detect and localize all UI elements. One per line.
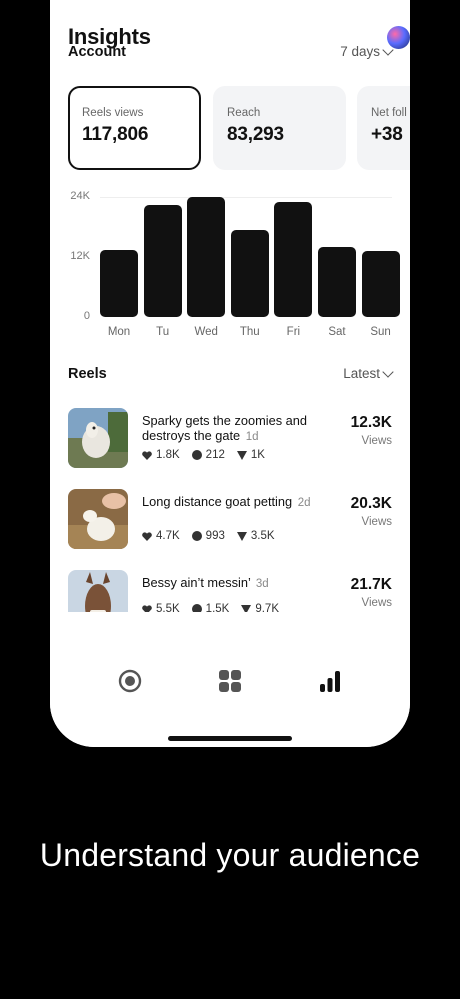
account-section-label: Account bbox=[68, 44, 126, 60]
y-tick-label: 12K bbox=[70, 250, 90, 262]
sort-dropdown[interactable]: Latest bbox=[343, 365, 394, 381]
x-tick-label: Sat bbox=[328, 326, 346, 338]
reels-section-label: Reels bbox=[68, 366, 107, 382]
metric-card-reach[interactable]: Reach 83,293 bbox=[213, 86, 346, 170]
metric-card-value: 117,806 bbox=[82, 124, 149, 145]
comment-icon bbox=[191, 604, 202, 612]
bar-wed[interactable] bbox=[187, 197, 226, 317]
reel-views: 21.7K Views bbox=[350, 576, 392, 609]
home-indicator bbox=[168, 736, 292, 741]
reel-thumbnail bbox=[68, 489, 128, 549]
x-tick-label: Sun bbox=[370, 326, 391, 338]
bar-mon[interactable] bbox=[100, 249, 138, 317]
phone-screen: Insights Account 7 days Reels views 117,… bbox=[50, 0, 410, 747]
y-tick-label: 24K bbox=[70, 190, 90, 202]
bar-sun[interactable] bbox=[361, 250, 400, 317]
sort-dropdown-label: Latest bbox=[343, 366, 380, 381]
metric-card-net-followers[interactable]: Net foll +38 bbox=[357, 86, 410, 170]
grid-icon[interactable] bbox=[218, 669, 242, 693]
chevron-down-icon bbox=[382, 365, 394, 378]
reel-thumbnail bbox=[68, 408, 128, 468]
reel-stats: 5.5K 1.5K 9.7K bbox=[142, 603, 279, 612]
bar-sat[interactable] bbox=[318, 247, 356, 317]
reel-item[interactable]: Sparky gets the zoomies and destroys the… bbox=[68, 408, 392, 472]
reel-title: Long distance goat petting 2d bbox=[142, 494, 311, 509]
tagline: Understand your audience bbox=[39, 837, 421, 873]
x-tick-label: Mon bbox=[107, 326, 131, 338]
reel-age: 2d bbox=[297, 497, 311, 509]
reel-views: 12.3K Views bbox=[350, 414, 392, 447]
comment-icon bbox=[191, 531, 202, 541]
x-tick-label: Tu bbox=[156, 326, 170, 338]
metric-card-value: +38 bbox=[371, 124, 403, 145]
metric-card-value: 83,293 bbox=[227, 124, 284, 145]
reel-views: 20.3K Views bbox=[350, 495, 392, 528]
comment-icon bbox=[191, 450, 202, 460]
share-icon bbox=[236, 450, 247, 460]
record-icon[interactable] bbox=[118, 669, 142, 693]
range-dropdown-label: 7 days bbox=[340, 44, 380, 59]
reel-title: Bessy ain’t messin’ 3d bbox=[142, 575, 269, 590]
x-tick-label: Wed bbox=[194, 326, 218, 338]
views-bar-chart: 24K 12K 0 Mon Tu Wed Thu Fri Sat Sun bbox=[50, 188, 410, 348]
range-dropdown[interactable]: 7 days bbox=[340, 43, 394, 59]
reel-thumbnail bbox=[68, 570, 128, 612]
bar-chart-icon[interactable] bbox=[318, 669, 342, 693]
gridline bbox=[100, 197, 392, 198]
metric-card-label: Reels views bbox=[82, 107, 144, 119]
reel-title: Sparky gets the zoomies and destroys the… bbox=[142, 413, 308, 443]
metric-card-label: Net foll bbox=[371, 107, 407, 119]
reel-age: 1d bbox=[245, 431, 259, 443]
heart-icon bbox=[142, 450, 152, 460]
tab-bar bbox=[50, 652, 410, 747]
heart-icon bbox=[142, 604, 152, 612]
share-icon bbox=[241, 604, 252, 612]
x-tick-label: Fri bbox=[286, 326, 301, 338]
reel-item[interactable]: Bessy ain’t messin’ 3d 5.5K 1.5K 9.7K 21… bbox=[68, 570, 392, 612]
reel-stats: 4.7K 993 3.5K bbox=[142, 530, 275, 542]
metric-cards: Reels views 117,806 Reach 83,293 Net fol… bbox=[68, 86, 410, 170]
y-tick-label: 0 bbox=[83, 310, 90, 322]
x-tick-label: Thu bbox=[239, 326, 260, 338]
bar-tu[interactable] bbox=[143, 204, 182, 317]
bar-thu[interactable] bbox=[230, 229, 269, 317]
chevron-down-icon bbox=[382, 43, 394, 56]
reel-age: 3d bbox=[255, 578, 269, 590]
metric-card-reels-views[interactable]: Reels views 117,806 bbox=[68, 86, 201, 170]
reel-stats: 1.8K 212 1K bbox=[142, 449, 265, 461]
app-promo-screen: Insights Account 7 days Reels views 117,… bbox=[0, 0, 460, 999]
share-icon bbox=[236, 531, 247, 541]
header: Insights bbox=[68, 0, 410, 49]
metric-card-label: Reach bbox=[227, 107, 261, 119]
heart-icon bbox=[142, 531, 152, 541]
reel-item[interactable]: Long distance goat petting 2d 4.7K 993 3… bbox=[68, 489, 392, 553]
bar-fri[interactable] bbox=[274, 202, 313, 317]
